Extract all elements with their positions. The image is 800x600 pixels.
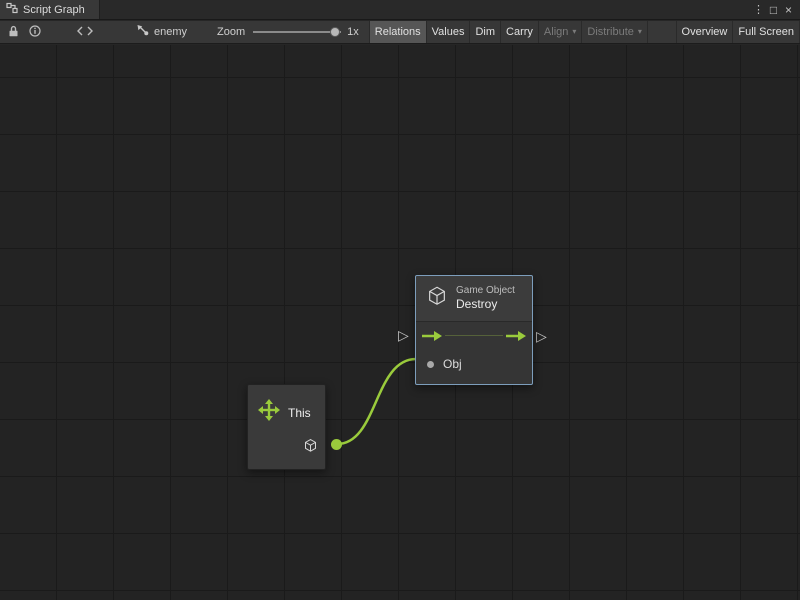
graph-toolbar: enemy Zoom 1x Relations Values Dim Carry…: [0, 21, 800, 44]
zoom-slider-handle[interactable]: [330, 27, 340, 37]
lock-button[interactable]: [2, 21, 24, 43]
toolbar-view-buttons: Overview Full Screen: [676, 21, 800, 43]
script-graph-icon: [6, 2, 18, 17]
move-gizmo-icon: [257, 398, 281, 427]
titlebar-controls: ⋮ □ ×: [751, 0, 800, 19]
flow-in-arrow-icon[interactable]: [421, 329, 443, 348]
node-type-label: Game Object: [456, 285, 515, 297]
tab-title: Script Graph: [23, 4, 85, 16]
zoom-label: Zoom: [217, 26, 245, 38]
graph-canvas[interactable]: ▷ ▷ Game Object Destroy: [0, 45, 800, 600]
close-icon[interactable]: ×: [781, 0, 796, 20]
distribute-button[interactable]: Distribute ▾: [581, 21, 647, 43]
obj-port-row: Obj: [416, 350, 532, 378]
carry-button[interactable]: Carry: [500, 21, 538, 43]
node-this[interactable]: This: [247, 384, 326, 470]
kebab-menu-icon[interactable]: ⋮: [751, 0, 766, 20]
flow-out-arrow-icon[interactable]: [505, 329, 527, 348]
info-icon: [29, 25, 41, 40]
zoom-slider[interactable]: [253, 26, 341, 38]
cube-icon: [426, 285, 448, 312]
maximize-icon[interactable]: □: [766, 0, 781, 20]
node-destroy-header: Game Object Destroy: [416, 276, 532, 322]
window-titlebar: Script Graph ⋮ □ ×: [0, 0, 800, 20]
lock-icon: [8, 25, 19, 40]
zoom-value: 1x: [347, 26, 359, 38]
chevron-brackets-button[interactable]: [74, 21, 96, 43]
tab-script-graph[interactable]: Script Graph: [0, 0, 100, 19]
edges-layer: [0, 45, 800, 600]
chevron-brackets-icon: [77, 26, 93, 39]
toolbar-toggle-buttons: Relations Values Dim Carry Align ▾ Distr…: [369, 21, 648, 43]
node-title: This: [288, 406, 311, 420]
script-graph-window: Script Graph ⋮ □ ×: [0, 0, 800, 600]
flow-output-port-triangle[interactable]: ▷: [536, 329, 547, 343]
flow-ports-row: [416, 322, 532, 350]
graph-breadcrumb[interactable]: enemy: [136, 24, 187, 40]
graph-machine-icon: [136, 24, 149, 40]
node-this-header: This: [248, 385, 325, 427]
zoom-slider-track: [253, 31, 341, 33]
obj-port-label: Obj: [443, 357, 462, 371]
info-button[interactable]: [24, 21, 46, 43]
connection-edge[interactable]: [337, 359, 416, 444]
relations-button[interactable]: Relations: [369, 21, 426, 43]
overview-button[interactable]: Overview: [676, 21, 733, 43]
chevron-down-icon: ▾: [638, 28, 642, 36]
full-screen-button[interactable]: Full Screen: [732, 21, 800, 43]
this-output-port-dot[interactable]: [331, 439, 342, 450]
chevron-down-icon: ▾: [572, 28, 576, 36]
obj-port-dot[interactable]: [427, 361, 434, 368]
node-destroy[interactable]: Game Object Destroy: [415, 275, 533, 385]
node-title: Destroy: [456, 297, 515, 312]
align-button[interactable]: Align ▾: [538, 21, 581, 43]
relation-line: [445, 335, 503, 336]
values-button[interactable]: Values: [426, 21, 470, 43]
cube-icon: [303, 438, 318, 458]
flow-input-port-triangle[interactable]: ▷: [398, 328, 409, 342]
dim-button[interactable]: Dim: [469, 21, 500, 43]
graph-name-label: enemy: [154, 26, 187, 38]
